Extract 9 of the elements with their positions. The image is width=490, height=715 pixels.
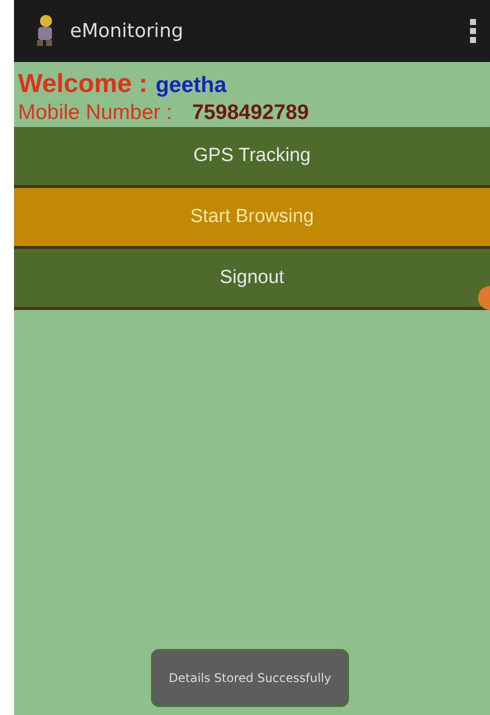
menu-button[interactable]: Signout — [14, 249, 490, 310]
mobile-number: 7598492789 — [192, 101, 309, 125]
mobile-label: Mobile Number : — [18, 101, 172, 125]
app-title: eMonitoring — [70, 20, 184, 42]
menu-button[interactable]: GPS Tracking — [14, 127, 490, 188]
welcome-label: Welcome : — [18, 68, 148, 99]
overflow-menu-icon[interactable] — [470, 19, 476, 43]
user-name: geetha — [156, 72, 226, 98]
toast-message: Details Stored Successfully — [150, 649, 350, 707]
